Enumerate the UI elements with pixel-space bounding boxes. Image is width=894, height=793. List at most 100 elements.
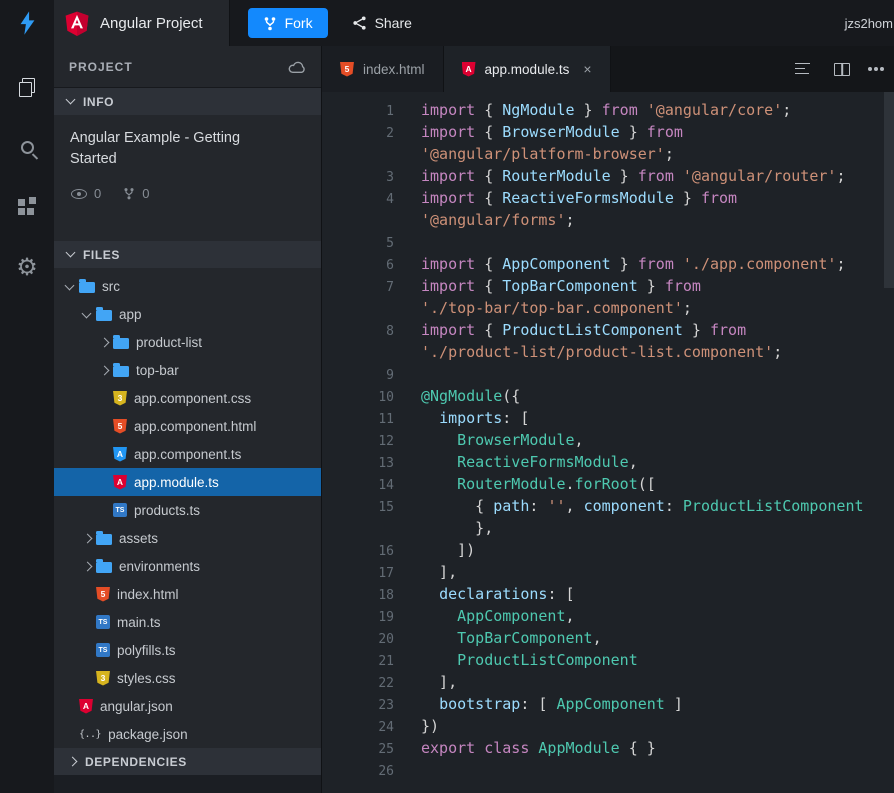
tree-item-app.component.ts[interactable]: Aapp.component.ts xyxy=(54,440,321,468)
settings-gear-icon[interactable]: ⚙ xyxy=(0,250,54,284)
line-number: 2 xyxy=(386,126,394,141)
code-row[interactable]: 13 ReactiveFormsModule, xyxy=(322,451,894,473)
search-icon[interactable] xyxy=(0,130,54,164)
chevron-right-icon[interactable] xyxy=(81,531,96,545)
file-tree: src app product-list top-bar 3 app.component.… xyxy=(54,268,321,748)
files-icon[interactable] xyxy=(0,70,54,104)
tree-item-app.module.ts[interactable]: Aapp.module.ts xyxy=(54,468,321,496)
tree-item-styles.css[interactable]: 3 styles.css xyxy=(54,664,321,692)
code-row[interactable]: 3 import { RouterModule } from '@angular/… xyxy=(322,165,894,187)
tab-index.html[interactable]: 5 index.html xyxy=(322,46,444,92)
code-text: TopBarComponent, xyxy=(457,629,602,647)
tree-item-products.ts[interactable]: TS products.ts xyxy=(54,496,321,524)
code-row[interactable]: '@angular/platform-browser'; xyxy=(322,143,894,165)
files-section-header[interactable]: FILES xyxy=(54,241,321,268)
line-number: 3 xyxy=(386,170,394,185)
tree-item-index.html[interactable]: 5 index.html xyxy=(54,580,321,608)
tree-item-angular.json[interactable]: Aangular.json xyxy=(54,692,321,720)
code-row[interactable]: 10 @NgModule({ xyxy=(322,385,894,407)
code-row[interactable]: 22 ], xyxy=(322,671,894,693)
code-row[interactable]: 14 RouterModule.forRoot([ xyxy=(322,473,894,495)
format-lines-icon[interactable] xyxy=(795,63,810,75)
fork-button[interactable]: Fork xyxy=(247,8,328,38)
sidebar: PROJECT INFO Angular Example - Getting S… xyxy=(54,46,321,793)
code-row[interactable]: 8 import { ProductListComponent } from xyxy=(322,319,894,341)
app-window: Angular Project Fork Share jzs2hom ⚙ PRO… xyxy=(0,0,894,793)
tree-item-main.ts[interactable]: TS main.ts xyxy=(54,608,321,636)
more-options-icon[interactable] xyxy=(874,67,878,71)
editor-scrollbar[interactable] xyxy=(884,92,894,288)
code-row[interactable]: 4 import { ReactiveFormsModule } from xyxy=(322,187,894,209)
code-row[interactable]: 20 TopBarComponent, xyxy=(322,627,894,649)
tree-item-app.component.css[interactable]: 3 app.component.css xyxy=(54,384,321,412)
code-row[interactable]: 16 ]) xyxy=(322,539,894,561)
code-row[interactable]: 26 xyxy=(322,759,894,781)
tree-item-app[interactable]: app xyxy=(54,300,321,328)
code-row[interactable]: 17 ], xyxy=(322,561,894,583)
project-title-box[interactable]: Angular Project xyxy=(54,0,230,46)
code-row[interactable]: 1 import { NgModule } from '@angular/core… xyxy=(322,99,894,121)
file-name: app.module.ts xyxy=(134,474,219,490)
chevron-down-icon[interactable] xyxy=(81,307,96,321)
tree-item-product-list[interactable]: product-list xyxy=(54,328,321,356)
code-text: bootstrap: [ AppComponent ] xyxy=(439,695,683,713)
chevron-right-icon[interactable] xyxy=(98,335,113,349)
code-row[interactable]: 21 ProductListComponent xyxy=(322,649,894,671)
extensions-icon[interactable] xyxy=(0,190,54,224)
code-row[interactable]: 23 bootstrap: [ AppComponent ] xyxy=(322,693,894,715)
code-row[interactable]: 7 import { TopBarComponent } from xyxy=(322,275,894,297)
line-number xyxy=(322,143,394,165)
chevron-down-icon[interactable] xyxy=(64,279,79,293)
download-cloud-icon[interactable] xyxy=(288,60,306,74)
eye-icon xyxy=(71,188,87,199)
line-number: 24 xyxy=(378,720,394,735)
username[interactable]: jzs2hom xyxy=(845,16,894,31)
line-number: 21 xyxy=(378,654,394,669)
code-row[interactable]: 18 declarations: [ xyxy=(322,583,894,605)
code-row[interactable]: }, xyxy=(322,517,894,539)
file-name: main.ts xyxy=(117,614,161,630)
code-editor[interactable]: 1 import { NgModule } from '@angular/core… xyxy=(322,92,894,793)
tree-item-src[interactable]: src xyxy=(54,272,321,300)
tab-app.module.ts[interactable]: Aapp.module.ts × xyxy=(443,46,611,92)
code-row[interactable]: '@angular/forms'; xyxy=(322,209,894,231)
code-text: ], xyxy=(421,563,458,581)
dependencies-section-label: DEPENDENCIES xyxy=(85,754,187,769)
chevron-right-icon[interactable] xyxy=(81,559,96,573)
chevron-right-icon[interactable] xyxy=(98,363,113,377)
tab-label: app.module.ts xyxy=(484,61,570,77)
dependencies-section-header[interactable]: DEPENDENCIES xyxy=(54,748,321,775)
code-row[interactable]: 15 { path: '', component: ProductListCom… xyxy=(322,495,894,517)
css-icon: 3 xyxy=(113,390,127,406)
tree-item-app.component.html[interactable]: 5 app.component.html xyxy=(54,412,321,440)
code-row[interactable]: 6 import { AppComponent } from './app.com… xyxy=(322,253,894,275)
code-row[interactable]: 9 xyxy=(322,363,894,385)
tree-item-top-bar[interactable]: top-bar xyxy=(54,356,321,384)
tree-item-assets[interactable]: assets xyxy=(54,524,321,552)
split-editor-icon[interactable] xyxy=(834,62,850,76)
code-row[interactable]: 19 AppComponent, xyxy=(322,605,894,627)
tree-item-package.json[interactable]: {..} package.json xyxy=(54,720,321,748)
code-row[interactable]: 11 imports: [ xyxy=(322,407,894,429)
code-row[interactable]: './product-list/product-list.component'; xyxy=(322,341,894,363)
ts-icon: TS xyxy=(113,503,127,517)
tree-item-polyfills.ts[interactable]: TS polyfills.ts xyxy=(54,636,321,664)
share-button[interactable]: Share xyxy=(352,15,412,31)
code-row[interactable]: 2 import { BrowserModule } from xyxy=(322,121,894,143)
code-row[interactable]: 24}) xyxy=(322,715,894,737)
info-section-header[interactable]: INFO xyxy=(54,88,321,115)
stackblitz-logo[interactable] xyxy=(0,0,54,46)
search-glyph xyxy=(20,140,34,154)
tab-label: index.html xyxy=(363,61,425,77)
code-row[interactable]: 12 BrowserModule, xyxy=(322,429,894,451)
close-icon[interactable]: × xyxy=(583,61,591,77)
line-number: 4 xyxy=(386,192,394,207)
code-row[interactable]: './top-bar/top-bar.component'; xyxy=(322,297,894,319)
tree-item-environments[interactable]: environments xyxy=(54,552,321,580)
code-row[interactable]: 5 xyxy=(322,231,894,253)
code-row[interactable]: 25 export class AppModule { } xyxy=(322,737,894,759)
share-icon xyxy=(352,16,366,30)
